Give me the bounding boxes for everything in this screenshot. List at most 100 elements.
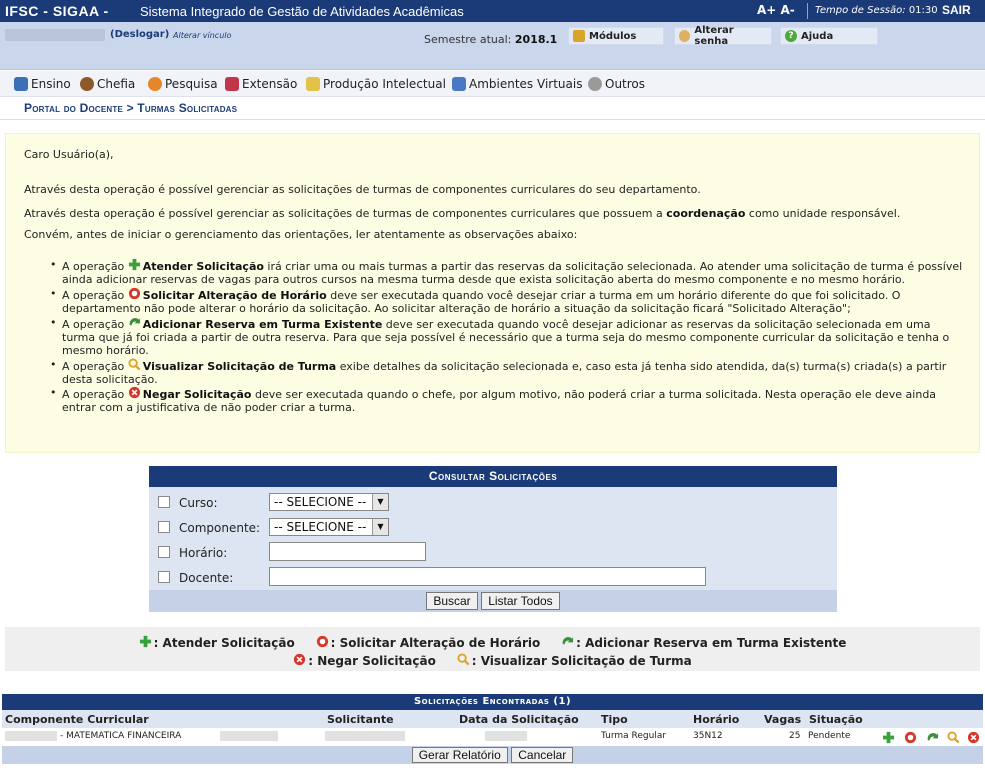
col-componente: Componente Curricular [5, 713, 149, 726]
curso-select[interactable]: -- SELECIONE -- ▼ [269, 493, 389, 511]
docente-label: Docente: [179, 571, 234, 585]
col-tipo: Tipo [601, 713, 628, 726]
breadcrumb: Portal do Docente > Turmas Solicitadas [24, 101, 238, 115]
flask-icon [148, 77, 162, 91]
op-name: Adicionar Reserva em Turma Existente [142, 318, 383, 331]
menu-extensao[interactable]: Extensão [225, 77, 297, 91]
help-icon: ? [785, 30, 797, 42]
bullet: • [50, 287, 57, 300]
session-time: 01:30 [908, 5, 938, 16]
legend-alterar: : Solicitar Alteração de Horário [330, 636, 541, 650]
menu-chefia[interactable]: Chefia [80, 77, 135, 91]
refresh-arrow-icon [562, 636, 574, 645]
results-buttons: Gerar Relatório Cancelar [2, 746, 983, 764]
plus-icon[interactable] [882, 731, 895, 744]
deslogar-link[interactable]: (Deslogar) [110, 29, 169, 40]
menu-ensino[interactable]: Ensino [14, 77, 71, 91]
col-situacao: Situação [809, 713, 863, 726]
cancelar-button[interactable]: Cancelar [511, 747, 574, 763]
op-name: Atender Solicitação [142, 260, 264, 273]
bullet: • [50, 258, 57, 271]
cell-componente: - MATEMATICA FINANCEIRA [60, 731, 182, 741]
menu-outros[interactable]: Outros [588, 77, 645, 91]
col-data: Data da Solicitação [459, 713, 579, 726]
results-table: Solicitações Encontradas (1) Componente … [2, 694, 983, 764]
info-bar: (Deslogar) Alterar vínculo Semestre atua… [0, 22, 985, 70]
list-item: • A operação Adicionar Reserva em Turma … [50, 316, 965, 357]
componente-label: Componente: [179, 521, 261, 535]
instruction-paragraph: Através desta operação é possível gerenc… [24, 207, 900, 220]
menu-label: Pesquisa [165, 77, 218, 91]
legend: : Atender Solicitação : Solicitar Altera… [5, 627, 980, 671]
magnifier-icon [128, 358, 141, 371]
gerar-relatorio-button[interactable]: Gerar Relatório [411, 747, 508, 763]
top-bar: IFSC - SIGAA - Sistema Integrado de Gest… [0, 0, 985, 22]
menu-producao-intelectual[interactable]: Produção Intelectual [306, 77, 446, 91]
refresh-arrow-icon [129, 317, 140, 326]
legend-negar: : Negar Solicitação [308, 654, 436, 668]
list-item: • A operação Negar Solicitação deve ser … [50, 386, 965, 414]
modulos-button[interactable]: Módulos [568, 27, 664, 45]
divider [0, 119, 985, 120]
legend-atender: : Atender Solicitação [153, 636, 295, 650]
magnifier-icon[interactable] [947, 731, 960, 744]
menu-label: Extensão [242, 77, 298, 91]
operations-list: • A operação Atender Solicitação irá cri… [50, 258, 965, 414]
curso-checkbox[interactable] [158, 496, 170, 508]
main-menu: Ensino Chefia Pesquisa Extensão Produção… [0, 71, 985, 97]
instructions-panel: Caro Usuário(a), Através desta operação … [5, 133, 980, 453]
bullet: • [50, 358, 57, 371]
cell-horario: 35N12 [693, 731, 723, 741]
menu-ambientes-virtuais[interactable]: Ambientes Virtuais [452, 77, 582, 91]
refresh-arrow-icon[interactable] [926, 731, 939, 744]
list-item: • A operação Visualizar Solicitação de T… [50, 358, 965, 386]
plus-icon [139, 635, 151, 648]
col-horario: Horário [693, 713, 740, 726]
componente-checkbox[interactable] [158, 521, 170, 533]
text: A operação [62, 289, 128, 302]
solicitante-redacted [325, 731, 405, 741]
instruction-paragraph: Através desta operação é possível gerenc… [24, 183, 701, 196]
cell-tipo: Turma Regular [601, 731, 667, 741]
alterar-vinculo-link[interactable]: Alterar vínculo [173, 31, 231, 40]
menu-label: Produção Intelectual [323, 77, 446, 91]
docente-input[interactable] [269, 567, 706, 586]
alterar-senha-button[interactable]: Alterar senha [674, 25, 772, 47]
list-item: • A operação Atender Solicitação irá cri… [50, 258, 965, 286]
plus-icon [128, 258, 140, 271]
document-icon [306, 77, 320, 91]
horario-input[interactable] [269, 542, 426, 561]
op-name: Negar Solicitação [142, 388, 252, 401]
clock-edit-icon[interactable] [904, 731, 917, 744]
ajuda-button[interactable]: ? Ajuda [780, 27, 878, 45]
brand: IFSC - SIGAA - [5, 3, 109, 19]
horario-checkbox[interactable] [158, 546, 170, 558]
curso-label: Curso: [179, 496, 218, 510]
semestre-value: 2018.1 [514, 33, 558, 46]
deny-icon[interactable] [967, 731, 980, 744]
componente-row: Componente: -- SELECIONE -- ▼ [149, 515, 837, 540]
font-size-controls[interactable]: A+ A- [757, 3, 795, 17]
list-item: • A operação Solicitar Alteração de Horá… [50, 287, 965, 315]
docente-row: Docente: [149, 565, 837, 590]
text: A operação [62, 318, 128, 331]
books-icon [14, 77, 28, 91]
menu-pesquisa[interactable]: Pesquisa [148, 77, 218, 91]
form-title: Consultar Solicitações [149, 466, 837, 487]
curso-selected: -- SELECIONE -- [274, 495, 367, 509]
buscar-button[interactable]: Buscar [426, 592, 478, 610]
logout-button[interactable]: SAIR [942, 3, 971, 17]
gear-icon [588, 77, 602, 91]
system-subtitle: Sistema Integrado de Gestão de Atividade… [140, 4, 464, 19]
table-row: - MATEMATICA FINANCEIRA Turma Regular 35… [2, 728, 983, 746]
consultar-form: Consultar Solicitações Curso: -- SELECIO… [149, 466, 837, 612]
semestre-label: Semestre atual: [424, 33, 512, 46]
cell-vagas: 25 [789, 731, 801, 741]
col-solicitante: Solicitante [327, 713, 394, 726]
listar-todos-button[interactable]: Listar Todos [481, 592, 560, 610]
docente-checkbox[interactable] [158, 571, 170, 583]
componente-select[interactable]: -- SELECIONE -- ▼ [269, 518, 389, 536]
chevron-down-icon: ▼ [372, 494, 388, 510]
op-name: Visualizar Solicitação de Turma [142, 360, 337, 373]
clock-edit-icon [316, 635, 328, 648]
